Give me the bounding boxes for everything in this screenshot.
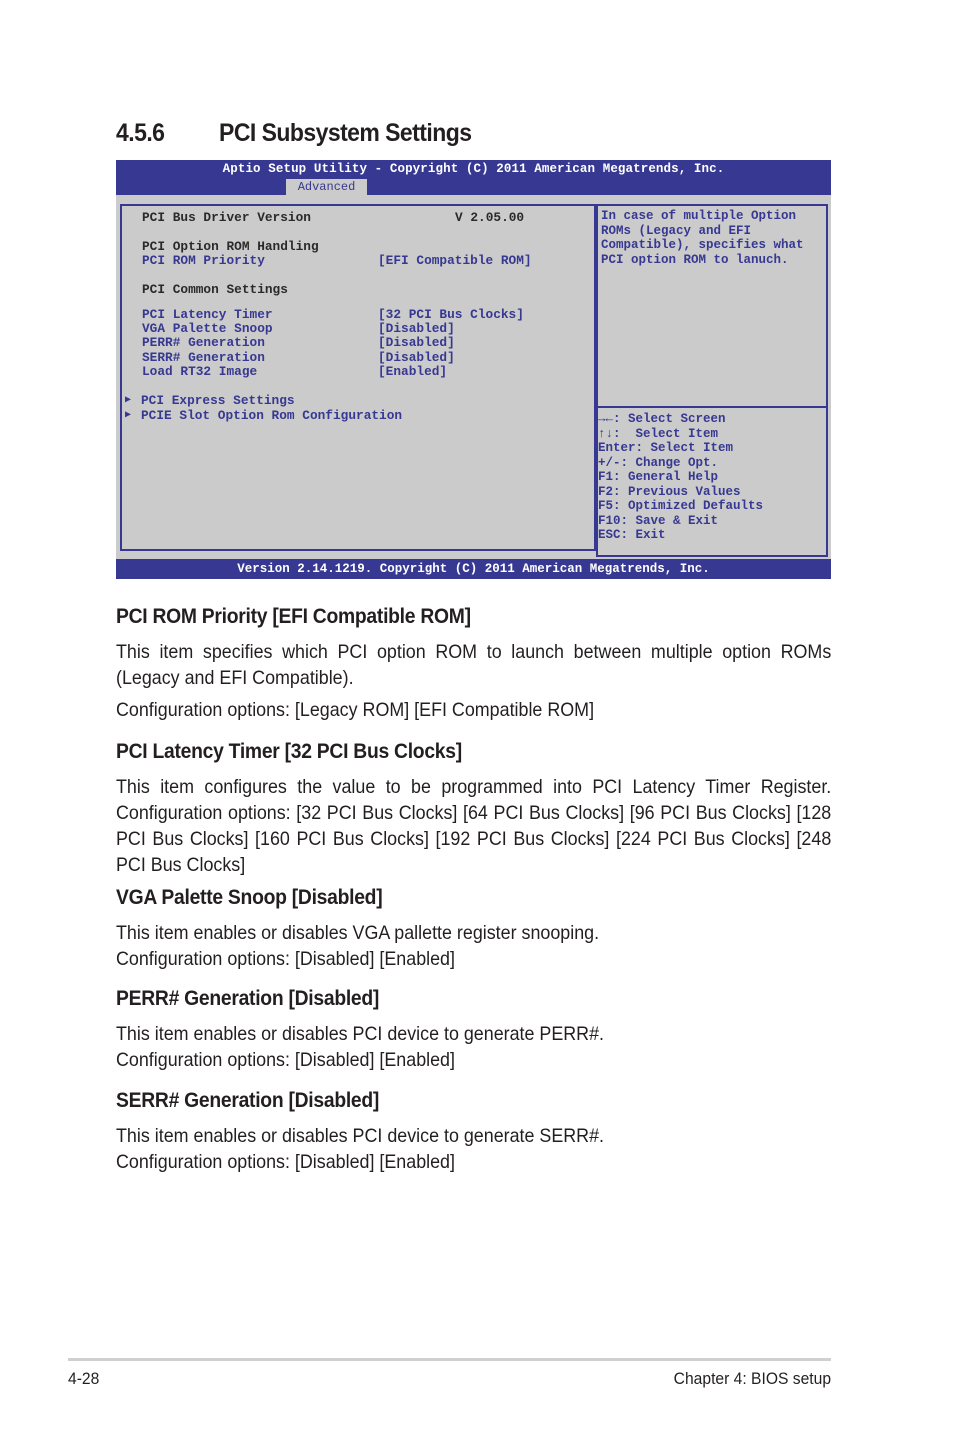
bios-footer: Version 2.14.1219. Copyright (C) 2011 Am… bbox=[116, 559, 831, 579]
section-title-text: PCI Subsystem Settings bbox=[219, 119, 472, 147]
key-optimized-defaults: F5: Optimized Defaults bbox=[598, 499, 764, 513]
item-heading-pci-latency-timer: PCI Latency Timer [32 PCI Bus Clocks] bbox=[116, 740, 462, 763]
key-exit: ESC: Exit bbox=[598, 528, 666, 542]
submenu-label: PCIE Slot Option Rom Configuration bbox=[141, 408, 403, 423]
key-save-exit: F10: Save & Exit bbox=[598, 513, 719, 528]
bios-header: Aptio Setup Utility - Copyright (C) 2011… bbox=[116, 160, 831, 195]
key-select-item: ↑↓: Select Item bbox=[598, 426, 719, 441]
setting-pci-rom-priority[interactable]: PCI ROM Priority bbox=[142, 254, 265, 268]
setting-value-bus-driver-version: V 2.05.00 bbox=[455, 210, 525, 225]
item-description-pci-latency-timer: This item configures the value to be pro… bbox=[116, 776, 832, 876]
section-title: 4.5.6 PCI Subsystem Settings bbox=[116, 119, 472, 148]
footer-divider bbox=[68, 1358, 831, 1361]
setting-value-perr-generation[interactable]: [Disabled] bbox=[378, 336, 455, 350]
item-options-perr-generation: Configuration options: [Disabled] [Enabl… bbox=[116, 1049, 455, 1071]
item-options-serr-generation: Configuration options: [Disabled] [Enabl… bbox=[116, 1151, 455, 1173]
item-heading-pci-rom-priority: PCI ROM Priority [EFI Compatible ROM] bbox=[116, 605, 471, 628]
page-number: 4-28 bbox=[68, 1369, 100, 1388]
item-description-vga-palette-snoop: This item enables or disables VGA pallet… bbox=[116, 922, 600, 944]
chapter-title: Chapter 4: BIOS setup bbox=[673, 1369, 831, 1388]
submenu-arrow-icon: ▶ bbox=[125, 410, 132, 421]
item-heading-vga-palette-snoop: VGA Palette Snoop [Disabled] bbox=[116, 886, 383, 909]
setting-label-bus-driver-version: PCI Bus Driver Version bbox=[142, 210, 311, 225]
setting-vga-palette-snoop[interactable]: VGA Palette Snoop bbox=[142, 322, 273, 336]
item-heading-serr-generation: SERR# Generation [Disabled] bbox=[116, 1089, 380, 1112]
bios-settings-panel: PCI Bus Driver Version V 2.05.00 PCI Opt… bbox=[120, 204, 596, 551]
setting-perr-generation[interactable]: PERR# Generation bbox=[142, 336, 265, 350]
item-options-vga-palette-snoop: Configuration options: [Disabled] [Enabl… bbox=[116, 948, 455, 970]
section-number: 4.5.6 bbox=[116, 119, 165, 147]
submenu-label: PCI Express Settings bbox=[141, 393, 295, 408]
item-help-text: In case of multiple Option ROMs (Legacy … bbox=[601, 209, 804, 267]
setting-value-serr-generation[interactable]: [Disabled] bbox=[378, 351, 455, 365]
item-heading-perr-generation: PERR# Generation [Disabled] bbox=[116, 987, 380, 1010]
setting-serr-generation[interactable]: SERR# Generation bbox=[142, 351, 265, 365]
help-divider bbox=[598, 406, 826, 408]
setting-value-pci-latency-timer[interactable]: [32 PCI Bus Clocks] bbox=[378, 308, 524, 322]
setting-load-rt32-image[interactable]: Load RT32 Image bbox=[142, 365, 257, 379]
tab-advanced[interactable]: Advanced bbox=[286, 179, 367, 195]
setting-value-load-rt32-image[interactable]: [Enabled] bbox=[378, 365, 447, 379]
key-general-help: F1: General Help bbox=[598, 470, 719, 484]
key-enter-select-item: Enter: Select Item bbox=[598, 441, 734, 455]
item-description-serr-generation: This item enables or disables PCI device… bbox=[116, 1125, 605, 1147]
setting-value-vga-palette-snoop[interactable]: [Disabled] bbox=[378, 322, 455, 336]
bios-screenshot: Aptio Setup Utility - Copyright (C) 2011… bbox=[116, 160, 831, 579]
item-options-pci-rom-priority: Configuration options: [Legacy ROM] [EFI… bbox=[116, 699, 595, 721]
setting-pci-latency-timer[interactable]: PCI Latency Timer bbox=[142, 308, 273, 322]
item-description-pci-rom-priority: This item specifies which PCI option ROM… bbox=[116, 641, 832, 689]
group-label-common-settings: PCI Common Settings bbox=[142, 282, 288, 297]
bios-help-panel: In case of multiple Option ROMs (Legacy … bbox=[596, 204, 828, 557]
setting-value-pci-rom-priority[interactable]: [EFI Compatible ROM] bbox=[378, 254, 532, 268]
group-label-option-rom-handling: PCI Option ROM Handling bbox=[142, 239, 319, 254]
key-previous-values: F2: Previous Values bbox=[598, 484, 741, 499]
key-legend: →←: Select Screen ↑↓: Select Item Enter:… bbox=[598, 412, 763, 543]
key-change-opt: +/-: Change Opt. bbox=[598, 455, 719, 470]
submenu-arrow-icon: ▶ bbox=[125, 395, 132, 406]
key-select-screen: →←: Select Screen bbox=[598, 412, 726, 426]
item-description-perr-generation: This item enables or disables PCI device… bbox=[116, 1023, 605, 1045]
bios-title: Aptio Setup Utility - Copyright (C) 2011… bbox=[222, 162, 725, 176]
